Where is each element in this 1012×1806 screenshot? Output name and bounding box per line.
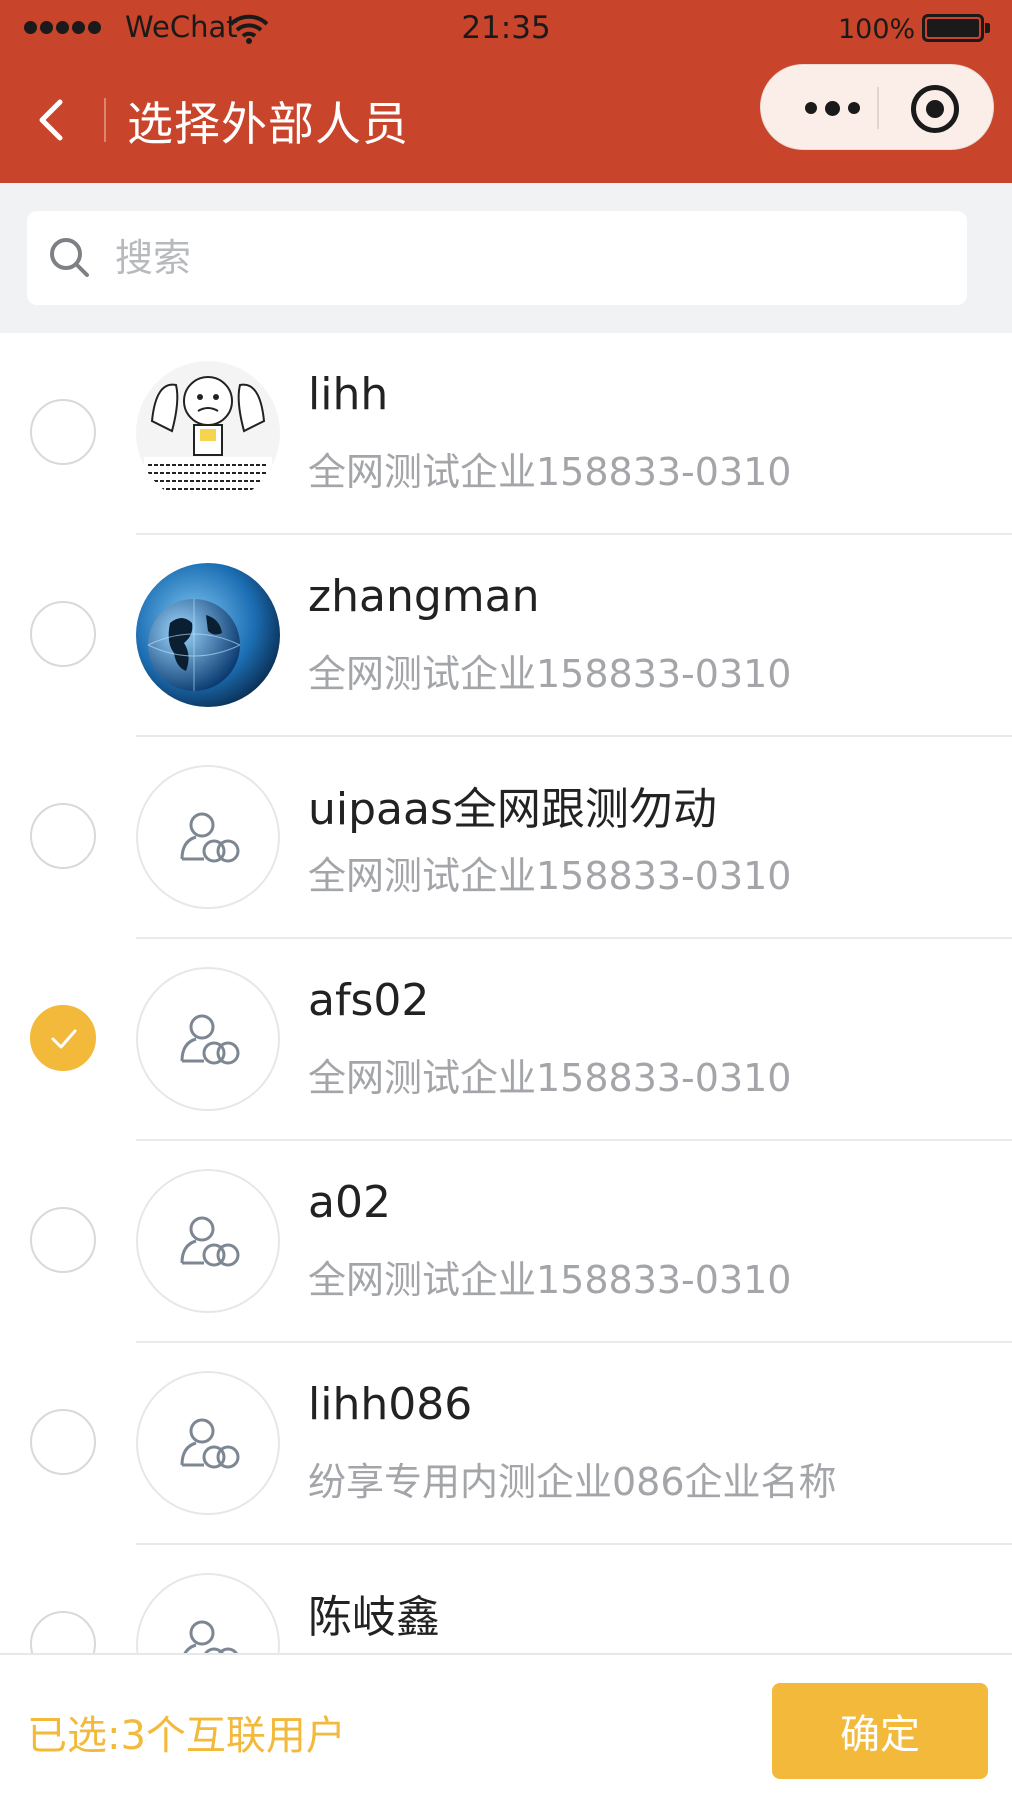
select-radio[interactable] (30, 1005, 96, 1071)
miniprogram-capsule (760, 64, 994, 150)
contact-list: lihh 全网测试企业158833-0310 zhangman 全网测试企业15… (0, 333, 1012, 1653)
contact-name: lihh (308, 369, 389, 420)
default-user-icon (180, 1216, 240, 1267)
contact-name: uipaas全网跟测勿动 (308, 784, 717, 835)
avatar (136, 1371, 280, 1515)
status-bar: WeChat 21:35 100% (0, 0, 1012, 60)
select-radio[interactable] (30, 1611, 96, 1653)
contact-name: 陈岐鑫 (308, 1592, 440, 1643)
battery-percent: 100% (838, 14, 916, 45)
globe-avatar-image (136, 563, 280, 707)
confirm-button[interactable]: 确定 (772, 1683, 988, 1779)
contact-org: 全网测试企业158833-0310 (308, 854, 792, 898)
contact-org: 纷享专用内测企业086企业名称 (308, 1460, 837, 1504)
contact-name: afs02 (308, 975, 430, 1026)
contact-row[interactable]: uipaas全网跟测勿动 全网测试企业158833-0310 (0, 737, 1012, 939)
contact-row[interactable]: zhangman 全网测试企业158833-0310 (0, 535, 1012, 737)
search-box[interactable] (27, 211, 967, 305)
selected-count: 已选:3个互联用户 (27, 1713, 346, 1759)
avatar (136, 765, 280, 909)
contact-row[interactable]: a02 全网测试企业158833-0310 (0, 1141, 1012, 1343)
header: WeChat 21:35 100% 选择外部人员 (0, 0, 1012, 183)
select-radio[interactable] (30, 601, 96, 667)
contact-org: 全网测试企业158833-0310 (308, 1056, 792, 1100)
contact-row[interactable]: afs02 全网测试企业158833-0310 (0, 939, 1012, 1141)
more-icon[interactable] (789, 91, 875, 125)
contact-row[interactable]: lihh 全网测试企业158833-0310 (0, 333, 1012, 535)
contact-name: a02 (308, 1177, 391, 1228)
contact-org: 全网测试企业158833-0310 (308, 450, 792, 494)
default-user-icon (183, 1620, 238, 1653)
contact-org: 全网测试企业158833-0310 (308, 1258, 792, 1302)
contact-row[interactable]: 陈岐鑫 (0, 1545, 1012, 1653)
default-user-icon (180, 812, 240, 863)
contact-row[interactable]: lihh086 纷享专用内测企业086企业名称 (0, 1343, 1012, 1545)
search-bar (0, 183, 1012, 333)
contact-name: lihh086 (308, 1379, 473, 1430)
avatar (136, 361, 280, 505)
contact-name: zhangman (308, 571, 540, 622)
footer-bar: 已选:3个互联用户 确定 (0, 1653, 1012, 1806)
avatar (136, 1169, 280, 1313)
select-radio[interactable] (30, 1409, 96, 1475)
search-icon (50, 238, 89, 277)
battery-icon (922, 14, 990, 42)
select-radio[interactable] (30, 803, 96, 869)
capsule-divider (877, 87, 879, 129)
check-icon (51, 1029, 77, 1049)
default-user-icon (180, 1418, 240, 1469)
page-title: 选择外部人员 (127, 97, 409, 151)
contact-org: 全网测试企业158833-0310 (308, 652, 792, 696)
avatar (136, 563, 280, 707)
select-radio[interactable] (30, 399, 96, 465)
search-input[interactable] (115, 229, 935, 287)
cartoon-avatar-image (136, 361, 280, 505)
nav-divider (104, 98, 106, 142)
avatar (136, 967, 280, 1111)
default-user-icon (180, 1014, 240, 1065)
close-icon[interactable] (911, 85, 959, 133)
nav-bar: 选择外部人员 (0, 60, 1012, 183)
select-radio[interactable] (30, 1207, 96, 1273)
avatar (136, 1573, 280, 1653)
back-icon[interactable] (28, 90, 78, 150)
